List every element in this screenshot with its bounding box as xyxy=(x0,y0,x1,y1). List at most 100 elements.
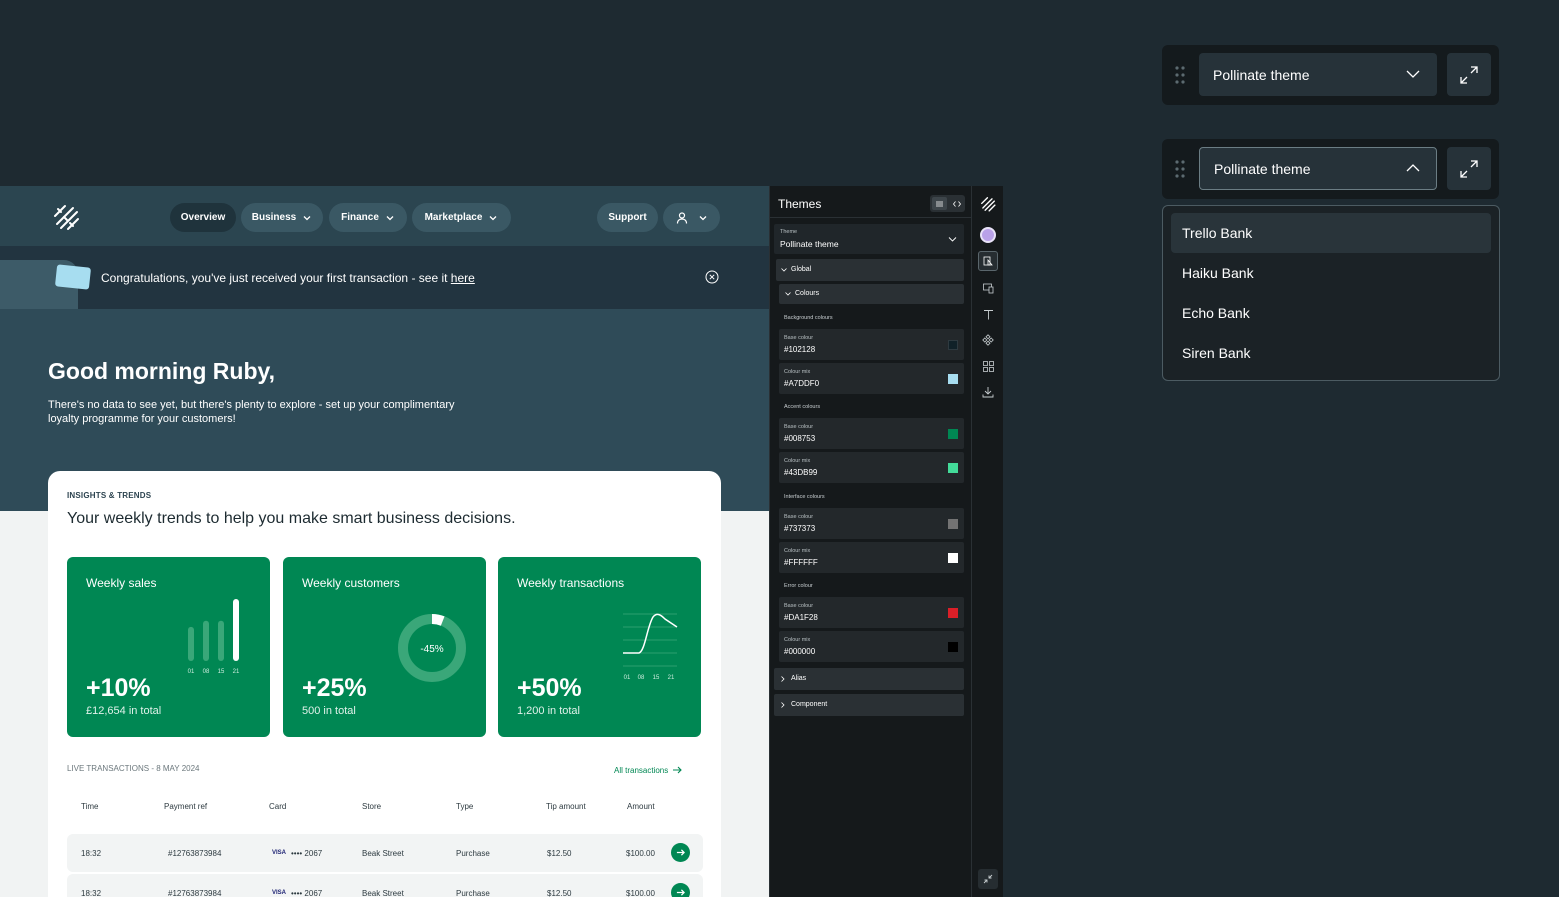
cell-type: Purchase xyxy=(456,889,490,897)
weekly-sales-tile[interactable]: Weekly sales 01 08 15 21 +10% £12,654 in… xyxy=(67,557,270,737)
alias-group[interactable]: Alias xyxy=(774,668,964,690)
nav-marketplace[interactable]: Marketplace xyxy=(412,203,511,232)
nav-overview[interactable]: Overview xyxy=(170,203,236,232)
swatch-value: #43DB99 xyxy=(784,468,818,477)
color-chip[interactable] xyxy=(948,519,958,529)
colours-group[interactable]: Colours xyxy=(779,284,964,304)
alias-label: Alias xyxy=(791,675,807,682)
component-label: Component xyxy=(791,701,828,708)
color-chip[interactable] xyxy=(948,429,958,439)
cell-tip: $12.50 xyxy=(547,889,572,897)
chevron-right-icon xyxy=(781,676,785,682)
weekly-transactions-line-chart: 01 08 15 21 xyxy=(623,613,678,681)
tile-value: +10% xyxy=(86,674,151,702)
weekly-transactions-tile[interactable]: Weekly transactions 01 08 15 21 +50% 1,2… xyxy=(498,557,701,737)
swatch-value: #737373 xyxy=(784,524,816,533)
color-swatch-row[interactable]: Base colour #DA1F28 xyxy=(779,597,964,628)
theme-dropdown[interactable]: Pollinate theme xyxy=(1199,147,1437,190)
weekly-customers-tile[interactable]: Weekly customers -45% +25% 500 in total xyxy=(283,557,486,737)
option-label: Haiku Bank xyxy=(1182,265,1254,281)
sales-bar xyxy=(218,620,224,661)
color-chip[interactable] xyxy=(948,553,958,563)
tile-title: Weekly transactions xyxy=(517,576,625,590)
components-icon[interactable] xyxy=(978,330,998,350)
cell-payment-ref: #12763873984 xyxy=(168,849,222,858)
account-menu-button[interactable] xyxy=(663,203,720,232)
typography-icon[interactable] xyxy=(978,304,998,324)
tick-label: 15 xyxy=(653,675,660,681)
table-row[interactable]: 18:32 #12763873984 VISA •••• 2067 Beak S… xyxy=(67,834,703,872)
column-header: Tip amount xyxy=(546,802,586,811)
expand-button[interactable] xyxy=(1447,147,1491,190)
theme-dropdown[interactable]: Pollinate theme xyxy=(1199,53,1437,96)
cell-amount: $100.00 xyxy=(626,889,655,897)
dropdown-option[interactable]: Siren Bank xyxy=(1171,333,1491,373)
global-group[interactable]: Global xyxy=(776,259,964,281)
expand-icon xyxy=(1460,65,1478,84)
cell-amount: $100.00 xyxy=(626,849,655,858)
color-swatch-row[interactable]: Colour mix #FFFFFF xyxy=(779,542,964,573)
collapse-icon[interactable] xyxy=(978,869,998,889)
insights-kicker: INSIGHTS & TRENDS xyxy=(67,491,152,500)
color-swatch-row[interactable]: Base colour #102128 xyxy=(779,329,964,360)
cell-tip: $12.50 xyxy=(547,849,572,858)
nav-finance[interactable]: Finance xyxy=(329,203,407,232)
color-chip[interactable] xyxy=(948,340,958,350)
brand-logo-icon[interactable] xyxy=(978,194,998,214)
tick-label: 08 xyxy=(638,675,645,681)
view-toggle[interactable] xyxy=(930,195,965,212)
color-swatch-row[interactable]: Colour mix #000000 xyxy=(779,631,964,662)
global-label: Global xyxy=(791,266,812,273)
nav-business-label: Business xyxy=(251,212,297,223)
tile-title: Weekly customers xyxy=(302,576,400,590)
chevron-right-icon xyxy=(781,702,785,708)
swatch-value: #DA1F28 xyxy=(784,613,818,622)
brand-logo-icon[interactable] xyxy=(52,203,80,231)
all-transactions-link[interactable]: All transactions xyxy=(614,765,683,775)
download-icon[interactable] xyxy=(978,382,998,402)
close-icon[interactable] xyxy=(705,270,719,284)
theme-tool-icon[interactable] xyxy=(978,251,998,271)
color-swatch-row[interactable]: Base colour #008753 xyxy=(779,418,964,449)
dropdown-option[interactable]: Echo Bank xyxy=(1171,293,1491,333)
nav-support[interactable]: Support xyxy=(597,203,658,232)
avatar[interactable] xyxy=(978,225,998,245)
grid-icon[interactable] xyxy=(978,356,998,376)
drag-handle-icon[interactable] xyxy=(1175,160,1185,178)
banner-link[interactable]: here xyxy=(451,271,475,285)
drag-handle-icon[interactable] xyxy=(1175,66,1185,84)
component-group[interactable]: Component xyxy=(774,694,964,716)
theme-select[interactable]: Theme Pollinate theme xyxy=(774,224,964,254)
nav-overview-label: Overview xyxy=(180,212,226,223)
arrow-right-icon xyxy=(676,849,685,856)
list-view-icon[interactable] xyxy=(932,197,947,210)
table-row[interactable]: 18:32 #12763873984 VISA •••• 2067 Beak S… xyxy=(67,874,703,897)
code-view-icon[interactable] xyxy=(949,197,964,210)
weekly-customers-donut: -45% xyxy=(398,614,466,682)
color-swatch-row[interactable]: Base colour #737373 xyxy=(779,508,964,539)
section-label: Background colours xyxy=(784,315,833,321)
dropdown-option[interactable]: Haiku Bank xyxy=(1171,253,1491,293)
color-chip[interactable] xyxy=(948,374,958,384)
swatch-label: Base colour xyxy=(784,424,814,430)
color-chip[interactable] xyxy=(948,642,958,652)
cell-card: •••• 2067 xyxy=(291,849,323,858)
theme-dropdown-value: Pollinate theme xyxy=(1213,66,1310,83)
sales-bar xyxy=(233,599,239,661)
row-open-button[interactable] xyxy=(671,883,690,897)
swatch-value: #FFFFFF xyxy=(784,558,818,567)
nav-business[interactable]: Business xyxy=(241,203,323,232)
expand-button[interactable] xyxy=(1447,53,1491,96)
dropdown-option[interactable]: Trello Bank xyxy=(1171,213,1491,253)
color-chip[interactable] xyxy=(948,463,958,473)
chevron-up-icon xyxy=(1406,164,1420,172)
devices-icon[interactable] xyxy=(978,278,998,298)
color-chip[interactable] xyxy=(948,608,958,618)
tile-title: Weekly sales xyxy=(86,576,157,590)
insights-card: INSIGHTS & TRENDS Your weekly trends to … xyxy=(48,471,721,897)
sales-bar xyxy=(188,626,194,661)
color-swatch-row[interactable]: Colour mix #A7DDF0 xyxy=(779,363,964,394)
theme-dropdown-menu: Trello Bank Haiku Bank Echo Bank Siren B… xyxy=(1162,205,1500,381)
row-open-button[interactable] xyxy=(671,843,690,862)
color-swatch-row[interactable]: Colour mix #43DB99 xyxy=(779,452,964,483)
